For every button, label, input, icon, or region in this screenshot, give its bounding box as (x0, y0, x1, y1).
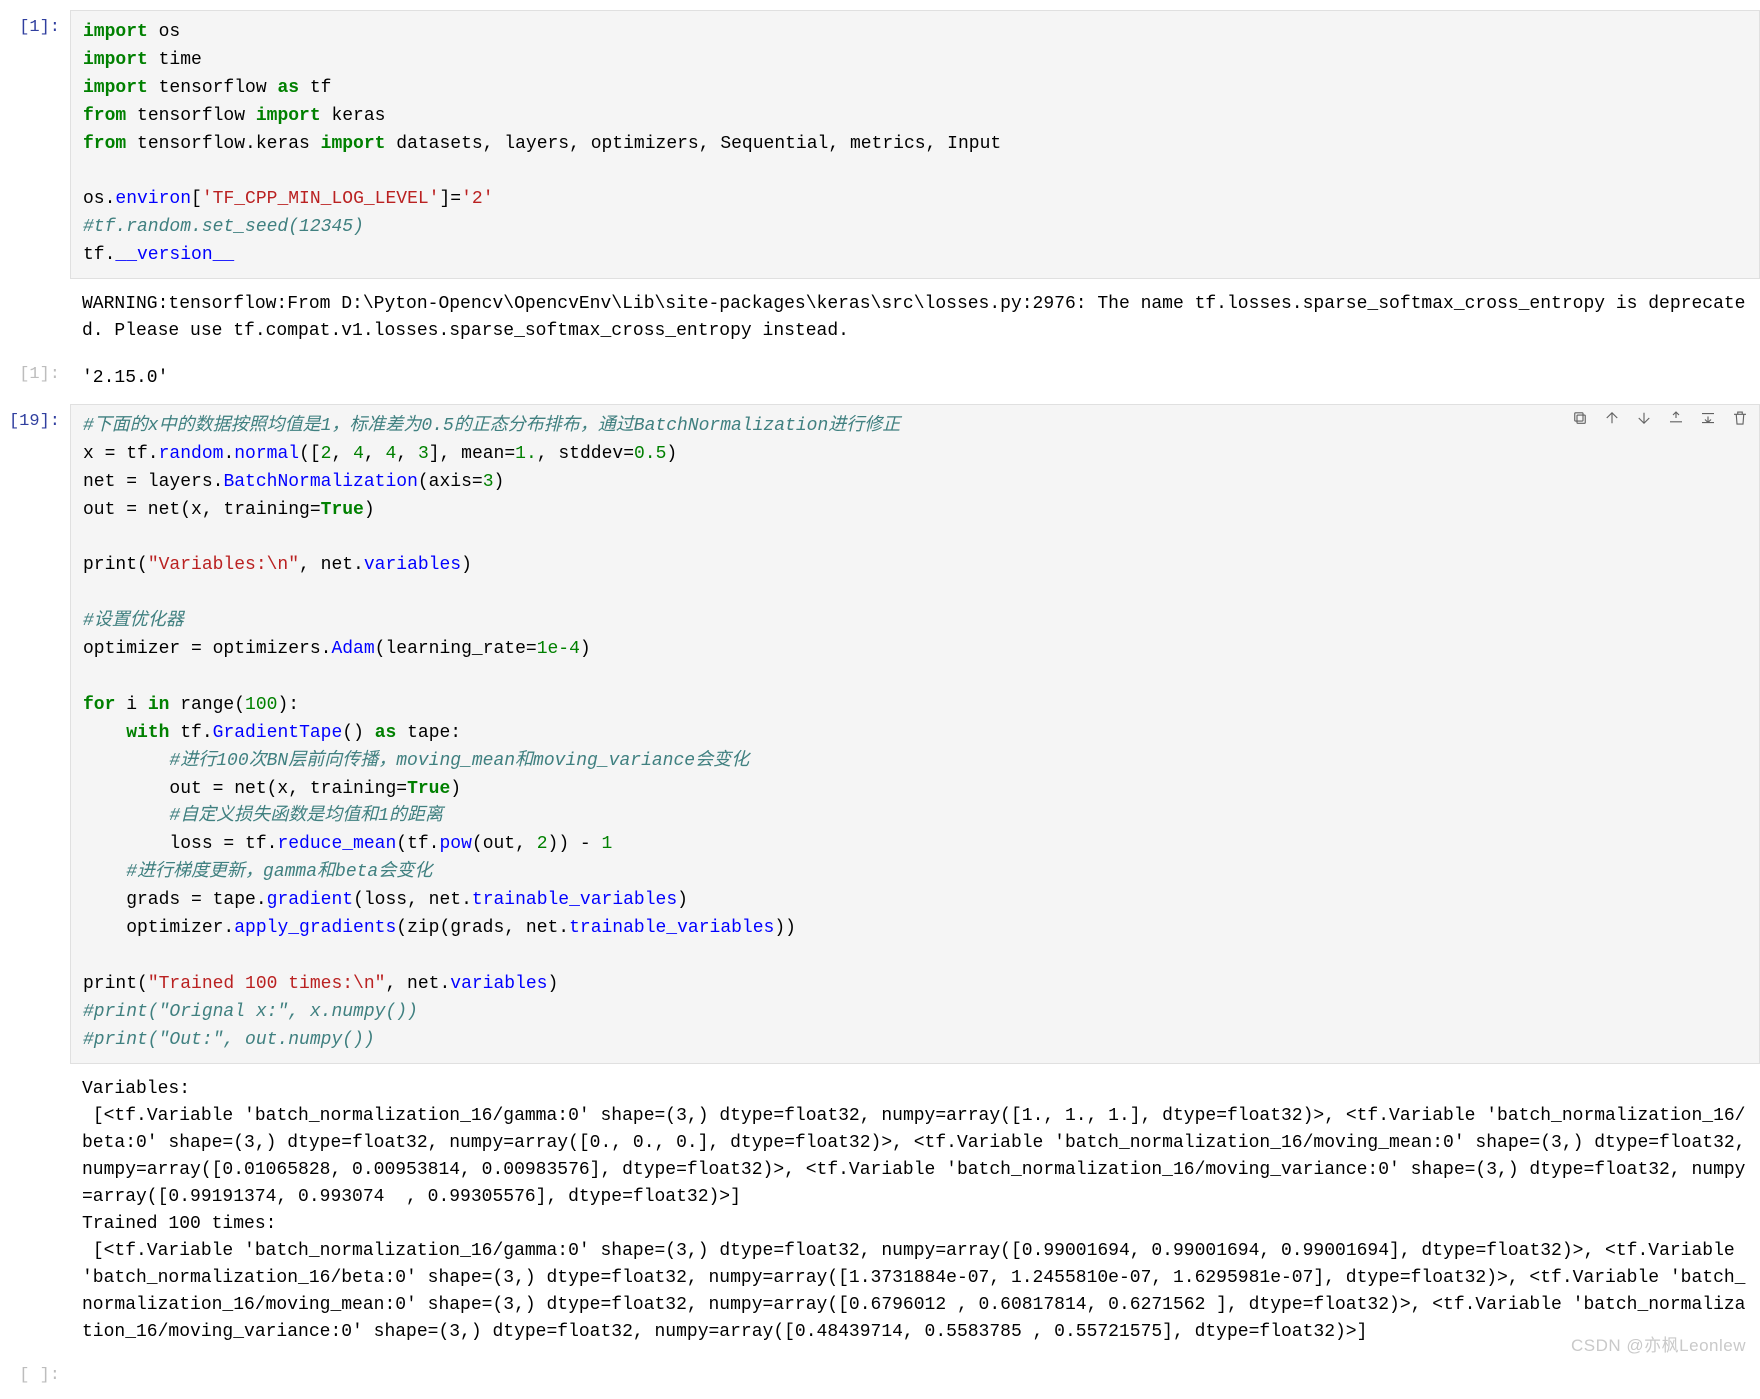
input-prompt: [1]: (0, 10, 70, 37)
watermark: CSDN @亦枫Leonlew (1571, 1331, 1746, 1356)
output-text: '2.15.0' (70, 357, 1760, 400)
code-cell: [1]: import os import time import tensor… (0, 10, 1760, 279)
output-prompt (0, 1068, 70, 1076)
output-cell: Variables: [<tf.Variable 'batch_normaliz… (0, 1068, 1760, 1354)
run-above-icon[interactable] (1666, 408, 1686, 428)
output-prompt (0, 283, 70, 291)
code-editor[interactable]: import os import time import tensorflow … (70, 10, 1760, 279)
input-prompt: [19]: (0, 404, 70, 431)
trash-icon[interactable] (1730, 408, 1750, 428)
output-cell: WARNING:tensorflow:From D:\Pyton-Opencv\… (0, 283, 1760, 353)
cell-toolbar (1570, 408, 1750, 428)
code-editor[interactable]: #下面的x中的数据按照均值是1，标准差为0.5的正态分布排布，通过BatchNo… (70, 404, 1760, 1063)
duplicate-icon[interactable] (1570, 408, 1590, 428)
insert-below-icon[interactable] (1698, 408, 1718, 428)
notebook: [1]: import os import time import tensor… (0, 0, 1760, 1399)
output-cell: [1]: '2.15.0' (0, 357, 1760, 400)
arrow-down-icon[interactable] (1634, 408, 1654, 428)
code-cell: [19]: (0, 404, 1760, 1063)
arrow-up-icon[interactable] (1602, 408, 1622, 428)
output-text: Variables: [<tf.Variable 'batch_normaliz… (70, 1068, 1760, 1354)
output-text: WARNING:tensorflow:From D:\Pyton-Opencv\… (70, 283, 1760, 353)
output-prompt: [1]: (0, 357, 70, 384)
